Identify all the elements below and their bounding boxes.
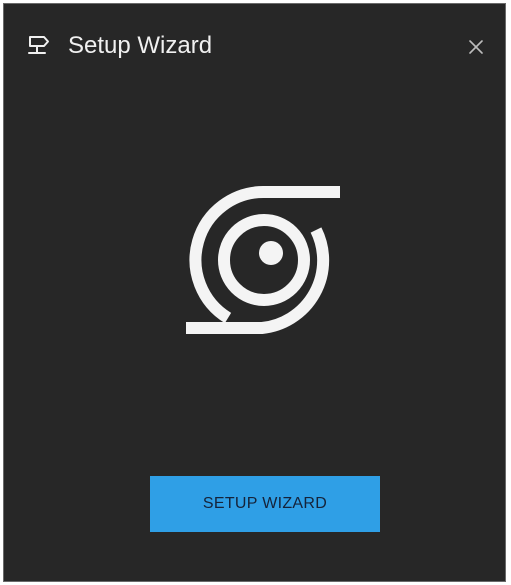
dialog-titlebar: Setup Wizard [4,4,505,86]
setup-wizard-button[interactable]: SETUP WIZARD [150,476,380,532]
setup-wizard-dialog: Setup Wizard SETUP WIZARD [3,3,506,582]
dialog-title: Setup Wizard [68,32,213,59]
wizard-icon [26,34,52,60]
camera-lens-logo [182,184,344,340]
close-icon[interactable] [461,32,491,62]
